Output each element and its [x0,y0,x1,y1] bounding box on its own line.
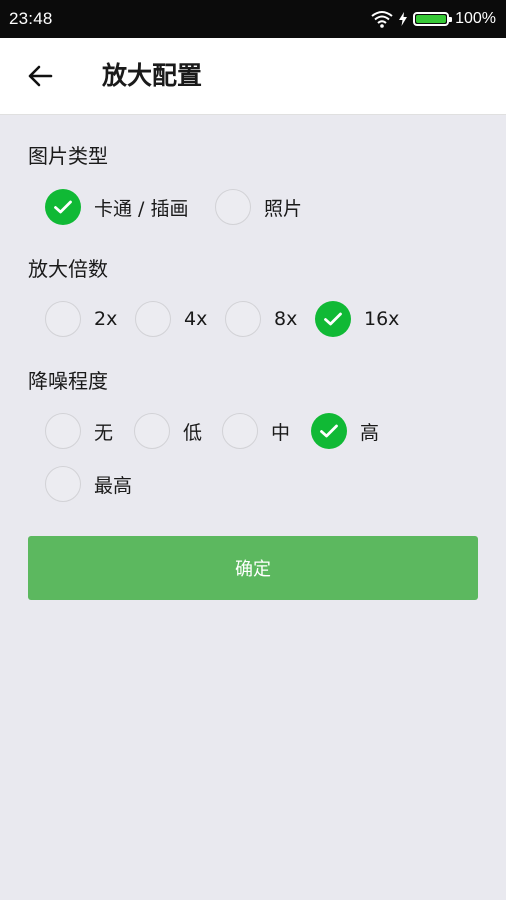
radio-circle[interactable] [225,301,261,337]
radio-option-scale-factor[interactable]: 4x [135,299,207,339]
arrow-left-icon [28,65,53,87]
radio-option-scale-factor[interactable]: 2x [45,299,117,339]
radio-option-scale-factor[interactable]: 8x [225,299,297,339]
radio-option-label: 低 [183,421,203,444]
radio-option-noise-level[interactable]: 无 [45,411,113,451]
radio-option-image-type[interactable]: 照片 [215,187,302,227]
radio-option-label: 照片 [264,197,303,220]
radio-option-label: 卡通 / 插画 [94,197,189,220]
radio-option-image-type[interactable]: 卡通 / 插画 [45,187,188,227]
radio-checked-circle[interactable] [311,413,347,449]
radio-option-noise-level[interactable]: 最高 [45,464,132,504]
radio-option-label: 16x [364,308,400,330]
radio-circle[interactable] [45,301,81,337]
charging-icon [399,12,408,26]
radio-option-noise-level[interactable]: 高 [311,411,379,451]
radio-circle[interactable] [45,466,81,502]
radio-circle[interactable] [45,413,81,449]
status-time: 23:48 [9,9,53,28]
radio-option-noise-level[interactable]: 低 [134,411,202,451]
status-bar: 23:48 100% [0,0,506,38]
radio-option-label: 4x [184,308,208,330]
confirm-button[interactable]: 确定 [28,536,478,600]
radio-checked-circle[interactable] [45,189,81,225]
page-title: 放大配置 [102,61,203,90]
section-label-noise-level: 降噪程度 [28,369,108,393]
radio-option-label: 2x [94,308,118,330]
app-bar: 放大配置 [0,38,506,114]
radio-option-label: 最高 [94,474,133,497]
checkmark-icon [320,424,338,438]
radio-option-label: 中 [271,421,291,444]
back-button[interactable] [16,52,64,100]
battery-icon [413,12,453,26]
radio-option-scale-factor[interactable]: 16x [315,299,399,339]
battery-level [416,15,447,23]
section-label-image-type: 图片类型 [28,144,108,168]
radio-circle[interactable] [135,301,171,337]
checkmark-icon [324,312,342,326]
status-icons: 100% [371,10,496,28]
section-label-scale-factor: 放大倍数 [28,257,108,281]
radio-option-label: 无 [94,421,114,444]
checkmark-icon [54,200,72,214]
radio-circle[interactable] [222,413,258,449]
radio-circle[interactable] [215,189,251,225]
radio-checked-circle[interactable] [315,301,351,337]
radio-option-noise-level[interactable]: 中 [222,411,290,451]
radio-option-label: 8x [274,308,298,330]
battery-percent: 100% [455,10,496,27]
wifi-icon [371,11,393,28]
radio-circle[interactable] [134,413,170,449]
radio-option-label: 高 [360,421,380,444]
